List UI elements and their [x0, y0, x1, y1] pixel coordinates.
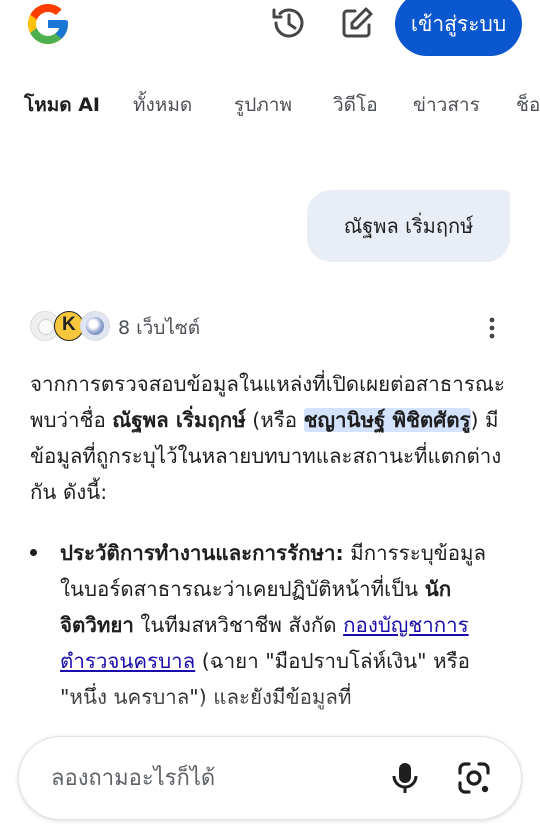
- ask-bar: [18, 736, 522, 820]
- google-g-icon[interactable]: [24, 0, 72, 48]
- sign-in-button[interactable]: เข้าสู่ระบบ: [395, 0, 522, 56]
- highlighted-alt-name[interactable]: ชญานิษฐ์ พิชิตศัตรู: [303, 408, 471, 432]
- answer-paragraph: จากการตรวจสอบข้อมูลในแหล่งที่เปิดเผยต่อส…: [30, 372, 505, 504]
- highlighted-name: ณัฐพล เริ่มฤกษ์: [112, 408, 246, 432]
- answer-bullet-item: ประวัติการทำงานและการรักษา: มีการระบุข้อ…: [30, 535, 510, 715]
- tab-news[interactable]: ข่าวสาร: [413, 90, 480, 120]
- sources-count[interactable]: 8 เว็บไซต์: [118, 313, 200, 343]
- tab-shopping[interactable]: ช็อ: [516, 90, 540, 120]
- tab-ai-mode[interactable]: โหมด AI: [24, 90, 100, 120]
- bullet-title: ประวัติการทำงานและการรักษา:: [60, 541, 344, 565]
- search-tabs: โหมด AI ทั้งหมด รูปภาพ วิดีโอ ข่าวสาร ช็…: [0, 90, 540, 130]
- top-bar: เข้าสู่ระบบ: [0, 0, 540, 64]
- ask-input[interactable]: [49, 759, 373, 797]
- google-lens-icon[interactable]: [457, 761, 491, 795]
- tab-images[interactable]: รูปภาพ: [234, 90, 292, 120]
- edit-icon[interactable]: [338, 4, 376, 42]
- source-globe-favicon-icon: [80, 311, 110, 341]
- ai-answer: จากการตรวจสอบข้อมูลในแหล่งที่เปิดเผยต่อส…: [30, 366, 510, 510]
- tab-all[interactable]: ทั้งหมด: [133, 90, 192, 120]
- bullet-dot: [30, 549, 37, 556]
- user-query-bubble: ณัฐพล เริ่มฤกษ์: [307, 190, 510, 262]
- history-icon[interactable]: [270, 4, 308, 42]
- microphone-icon[interactable]: [389, 761, 421, 795]
- tab-videos[interactable]: วิดีโอ: [333, 90, 378, 120]
- more-options-icon[interactable]: [480, 316, 504, 340]
